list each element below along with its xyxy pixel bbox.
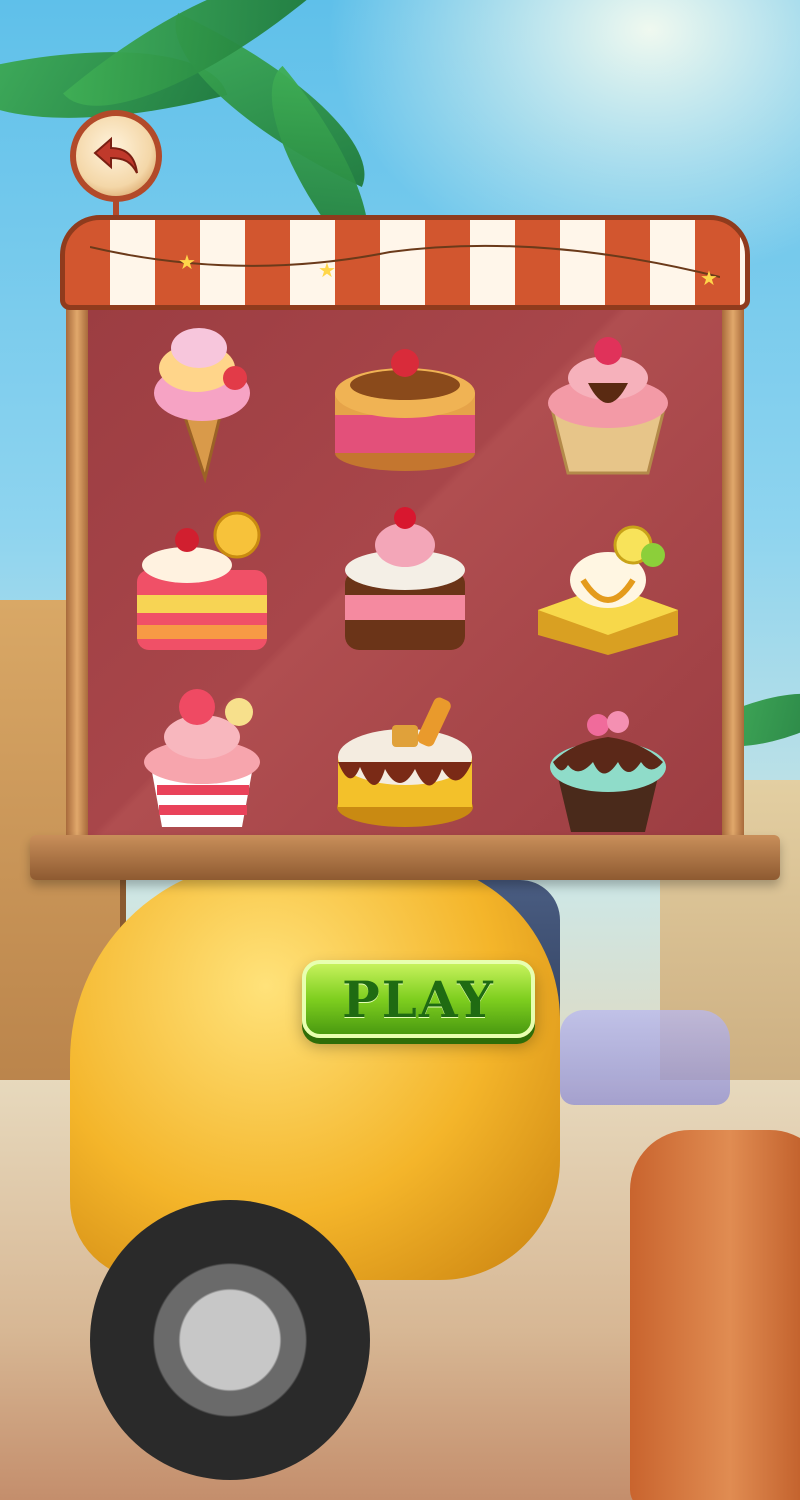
scooter-wheel <box>90 1200 370 1480</box>
dessert-cherry-cupcake[interactable] <box>100 668 303 845</box>
cake-icon <box>336 697 473 827</box>
clay-pot <box>630 1130 800 1500</box>
svg-text:★: ★ <box>178 250 196 274</box>
dessert-raspberry-cupcake[interactable] <box>507 315 710 492</box>
stall-counter <box>30 835 780 880</box>
cupcake-icon <box>550 710 667 832</box>
play-button-label: PLAY <box>342 969 495 1029</box>
svg-text:★: ★ <box>700 266 718 287</box>
cake-icon <box>344 506 465 650</box>
back-button[interactable] <box>70 110 162 202</box>
dessert-strawberry-ice-cream-cone[interactable] <box>100 315 303 492</box>
dessert-strawberry-layer-cake[interactable] <box>303 315 506 492</box>
ice-cream-icon <box>153 328 250 484</box>
cupcake-icon <box>143 688 260 827</box>
cake-icon <box>334 349 475 472</box>
cake-slice-icon <box>136 511 267 650</box>
cupcake-icon <box>548 337 669 475</box>
dessert-chocolate-cream-cake[interactable] <box>303 492 506 669</box>
dessert-stall: ★ ★ ★ <box>30 215 780 880</box>
string-lights: ★ ★ ★ <box>90 244 720 287</box>
dessert-mint-rose-cupcake[interactable] <box>507 668 710 845</box>
back-arrow-icon <box>93 136 138 174</box>
dessert-grid <box>100 315 710 845</box>
taxi-car <box>560 1010 730 1105</box>
stall-post-right <box>722 305 744 865</box>
dessert-lemon-tart[interactable] <box>507 492 710 669</box>
yellow-scooter <box>70 860 560 1280</box>
play-button[interactable]: PLAY <box>302 960 535 1038</box>
stall-post-left <box>66 305 88 865</box>
tart-icon <box>538 525 679 655</box>
dessert-caramel-drip-cake[interactable] <box>303 668 506 845</box>
dessert-pineapple-jelly-slice[interactable] <box>100 492 303 669</box>
svg-text:★: ★ <box>318 258 336 282</box>
